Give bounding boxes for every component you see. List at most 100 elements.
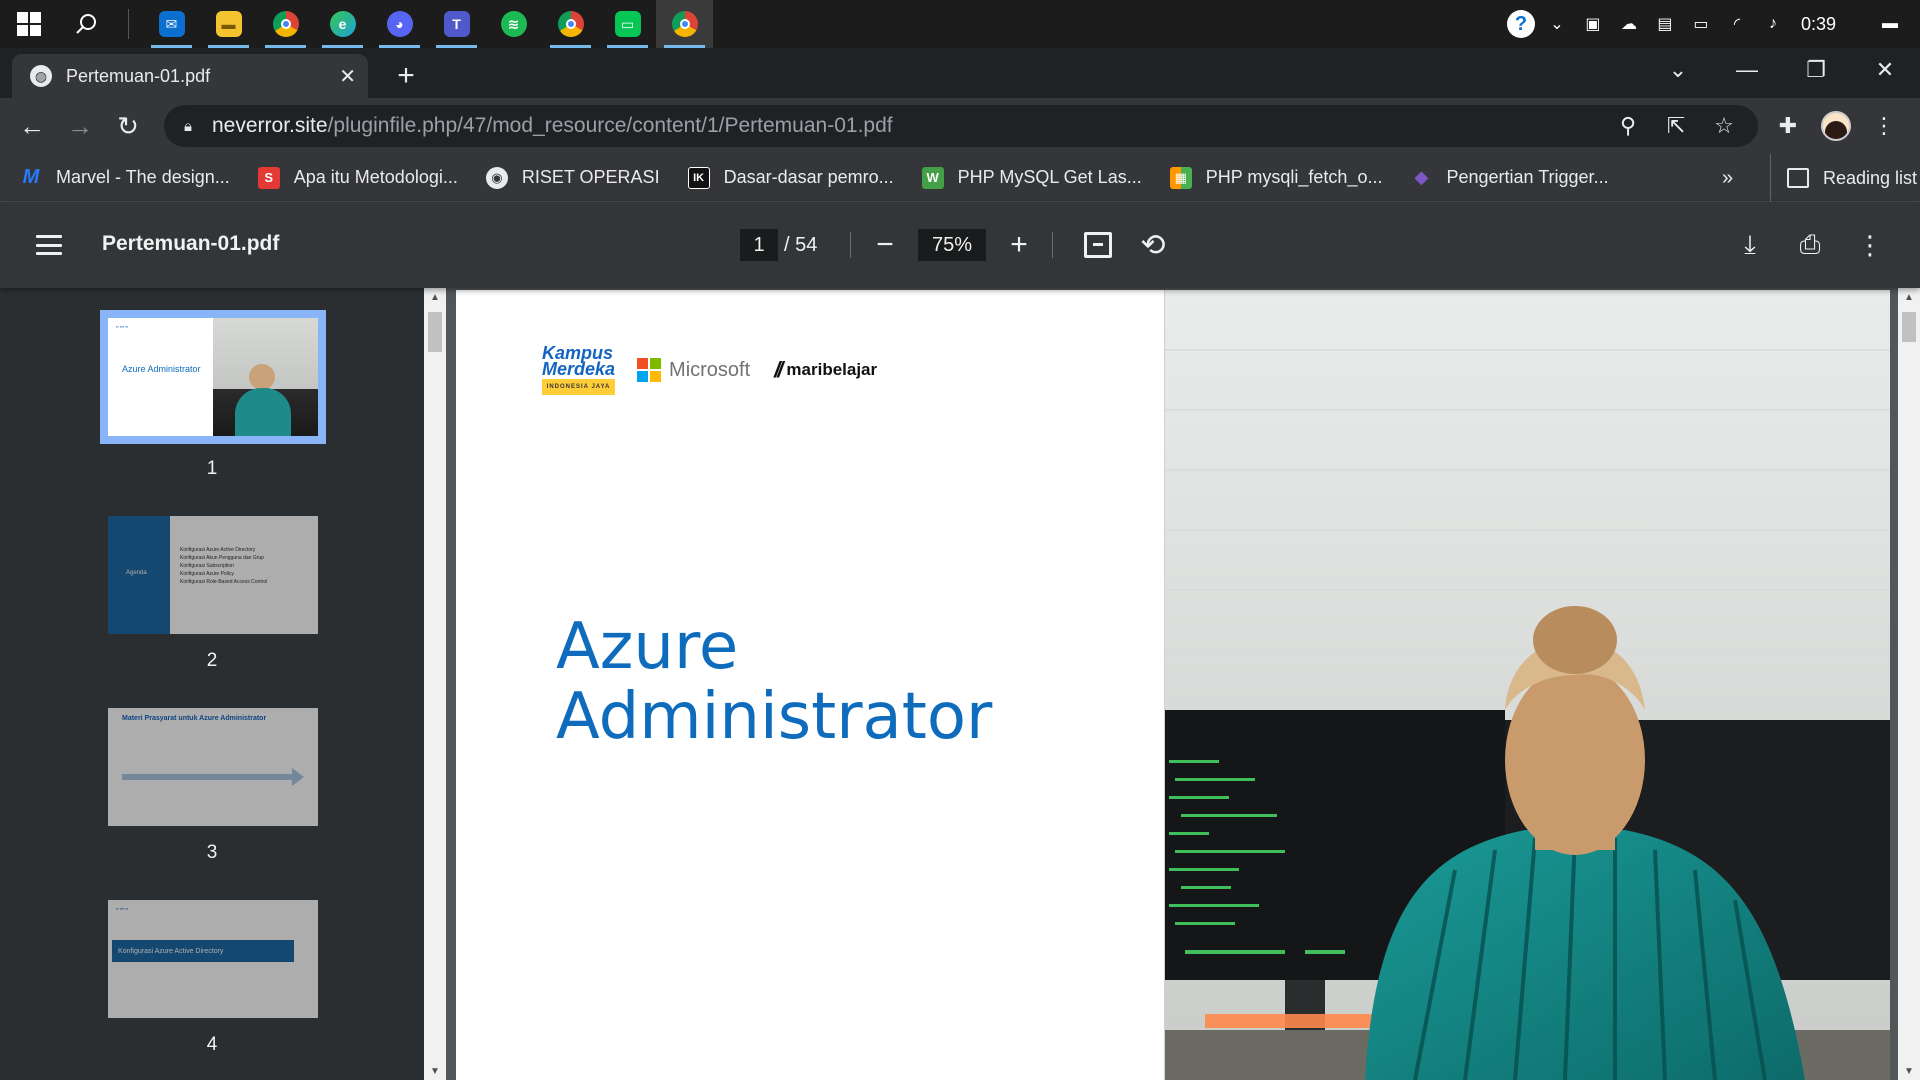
more-options-icon[interactable]: ⋮ xyxy=(1840,226,1900,264)
chevron-up-icon[interactable]: ⌄ xyxy=(1539,0,1575,48)
zoom-icon[interactable]: ⚲ xyxy=(1604,113,1652,139)
share-icon[interactable]: ⇱ xyxy=(1652,113,1700,139)
fit-page-icon[interactable] xyxy=(1084,232,1112,258)
pdf-toolbar: Pertemuan-01.pdf 1 / 54 − 75% + ⟲ ⤓ ⎙ ⋮ xyxy=(0,202,1920,288)
reading-list-button[interactable]: Reading list xyxy=(1770,154,1917,202)
meet-icon[interactable]: ▣ xyxy=(1575,0,1611,48)
kampus-merdeka-logo: Kampus Merdeka INDONESIA JAYA xyxy=(542,344,616,395)
zoom-in-button[interactable]: + xyxy=(1000,226,1038,264)
bookmark-riset-operasi[interactable]: ◉ RISET OPERASI xyxy=(485,166,660,189)
reload-button[interactable]: ↻ xyxy=(104,102,152,150)
taskbar-app-mail[interactable]: ✉ xyxy=(143,0,200,48)
chrome-icon xyxy=(671,11,698,37)
clock[interactable]: 0:39 xyxy=(1791,14,1860,35)
restore-button[interactable]: ❐ xyxy=(1782,48,1850,92)
thumb-arrow-head xyxy=(292,768,304,786)
rotate-icon[interactable]: ⟲ xyxy=(1134,226,1172,264)
thumb-agenda-panel xyxy=(108,516,170,634)
thumbnail-page-4[interactable]: ▪▪ ▪▪▪ ▪▪ Konfigurasi Azure Active Direc… xyxy=(108,900,318,1018)
taskbar-app-chrome[interactable] xyxy=(257,0,314,48)
thumbnail-page-3[interactable]: Materi Prasyarat untuk Azure Administrat… xyxy=(108,708,318,826)
bookmark-marvel[interactable]: M Marvel - The design... xyxy=(20,166,230,189)
bookmark-label: PHP mysqli_fetch_o... xyxy=(1205,167,1383,187)
scroll-thumb[interactable] xyxy=(1902,312,1916,342)
close-window-button[interactable]: ✕ xyxy=(1851,48,1919,92)
page-number-input[interactable]: 1 xyxy=(740,229,778,261)
thumbnail-page-1[interactable]: ▪▪ ▪▪▪ ▪▪ Azure Administrator xyxy=(100,310,326,444)
thumbnail-page-2[interactable]: Agenda Konfigurasi Azure Active Director… xyxy=(108,516,318,634)
tab-pertemuan[interactable]: ◍ Pertemuan-01.pdf ✕ xyxy=(12,54,368,98)
bookmark-trigger[interactable]: ◆ Pengertian Trigger... xyxy=(1410,167,1609,189)
bookmark-dasar-pemro[interactable]: IK Dasar-dasar pemro... xyxy=(687,166,894,189)
taskbar-app-spotify[interactable]: ≋ xyxy=(485,0,542,48)
sidebar-toggle-icon[interactable] xyxy=(36,235,62,255)
profile-button[interactable] xyxy=(1812,102,1860,150)
bookmark-label: PHP MySQL Get Las... xyxy=(957,167,1142,187)
close-tab-icon[interactable]: ✕ xyxy=(339,64,356,89)
reading-list-icon xyxy=(1787,168,1809,188)
bookmark-star-icon[interactable]: ☆ xyxy=(1700,113,1748,139)
thumb-title: Materi Prasyarat untuk Azure Administrat… xyxy=(122,715,267,722)
browser-toolbar: ← → ↻ 🔒︎ neverror.site/pluginfile.php/47… xyxy=(0,98,1920,154)
zoom-input[interactable]: 75% xyxy=(918,229,986,261)
scroll-down-icon[interactable]: ▼ xyxy=(424,1062,446,1080)
wifi-icon[interactable]: ◜ xyxy=(1719,0,1755,48)
globe-icon: ◍ xyxy=(30,65,52,87)
taskbar-app-chrome-active[interactable] xyxy=(656,0,713,48)
forward-button[interactable]: → xyxy=(56,102,104,150)
scroll-down-icon[interactable]: ▼ xyxy=(1898,1062,1920,1080)
url-path: /pluginfile.php/47/mod_resource/content/… xyxy=(327,114,893,137)
download-icon[interactable]: ⤓ xyxy=(1720,226,1780,264)
search-button[interactable] xyxy=(57,0,114,48)
windows-icon xyxy=(16,12,41,36)
display-icon[interactable]: ▤ xyxy=(1647,0,1683,48)
start-button[interactable] xyxy=(0,0,57,48)
taskbar-app-line[interactable]: ▭ xyxy=(599,0,656,48)
zoom-out-button[interactable]: − xyxy=(866,226,904,264)
sidebar-scrollbar[interactable]: ▲ ▼ xyxy=(424,288,446,1080)
print-icon[interactable]: ⎙ xyxy=(1780,226,1840,264)
thumb-photo xyxy=(213,318,318,436)
notification-icon[interactable]: ▬ xyxy=(1860,0,1920,48)
divider xyxy=(850,232,851,258)
lock-icon[interactable]: 🔒︎ xyxy=(178,116,198,136)
bookmark-label: Marvel - The design... xyxy=(56,167,230,187)
slide-logos: Kampus Merdeka INDONESIA JAYA Microsoft … xyxy=(542,344,877,395)
microsoft-logo-text: Microsoft xyxy=(669,358,751,381)
slide-title: Azure Administrator xyxy=(556,612,992,752)
volume-icon[interactable]: ♪ xyxy=(1755,0,1791,48)
back-button[interactable]: ← xyxy=(8,102,56,150)
chrome-icon xyxy=(557,11,584,37)
taskbar-separator xyxy=(128,9,129,39)
taskbar-app-discord[interactable]: ◕ xyxy=(371,0,428,48)
bookmark-php-mysql[interactable]: W PHP MySQL Get Las... xyxy=(921,166,1142,189)
address-bar[interactable]: 🔒︎ neverror.site/pluginfile.php/47/mod_r… xyxy=(164,105,1758,147)
avatar xyxy=(1821,111,1851,141)
chrome-icon xyxy=(272,11,299,37)
minimize-button[interactable]: — xyxy=(1713,48,1781,92)
more-bookmarks-button[interactable]: » xyxy=(1722,154,1733,202)
slide-title-line: Azure xyxy=(556,610,739,684)
thumb-agenda-item: Konfigurasi Role-Based Access Control xyxy=(180,579,268,585)
scroll-up-icon[interactable]: ▲ xyxy=(424,288,446,306)
new-tab-button[interactable]: + xyxy=(390,59,422,92)
ikc-icon: IK xyxy=(687,166,710,189)
extensions-icon[interactable]: ✚ xyxy=(1764,102,1812,150)
tab-search-button[interactable]: ⌄ xyxy=(1644,48,1712,92)
thumb-agenda-label: Agenda xyxy=(126,570,147,576)
taskbar-app-teams[interactable]: T xyxy=(428,0,485,48)
battery-icon[interactable]: ▭ xyxy=(1683,0,1719,48)
bookmark-php-mysqli[interactable]: ▦ PHP mysqli_fetch_o... xyxy=(1169,166,1383,189)
thumbnail-number: 2 xyxy=(206,650,218,671)
onedrive-icon[interactable]: ☁ xyxy=(1611,0,1647,48)
scroll-thumb[interactable] xyxy=(428,312,442,352)
scroll-up-icon[interactable]: ▲ xyxy=(1898,288,1920,306)
taskbar-app-edge[interactable]: e xyxy=(314,0,371,48)
taskbar-app-file-explorer[interactable]: ▬ xyxy=(200,0,257,48)
tab-title: Pertemuan-01.pdf xyxy=(66,65,211,86)
taskbar-app-chrome-profile[interactable] xyxy=(542,0,599,48)
document-scrollbar[interactable]: ▲ ▼ xyxy=(1898,288,1920,1080)
bookmark-metodologi[interactable]: S Apa itu Metodologi... xyxy=(257,166,458,189)
menu-icon[interactable]: ⋮ xyxy=(1860,102,1908,150)
help-icon[interactable]: ? xyxy=(1503,0,1539,48)
